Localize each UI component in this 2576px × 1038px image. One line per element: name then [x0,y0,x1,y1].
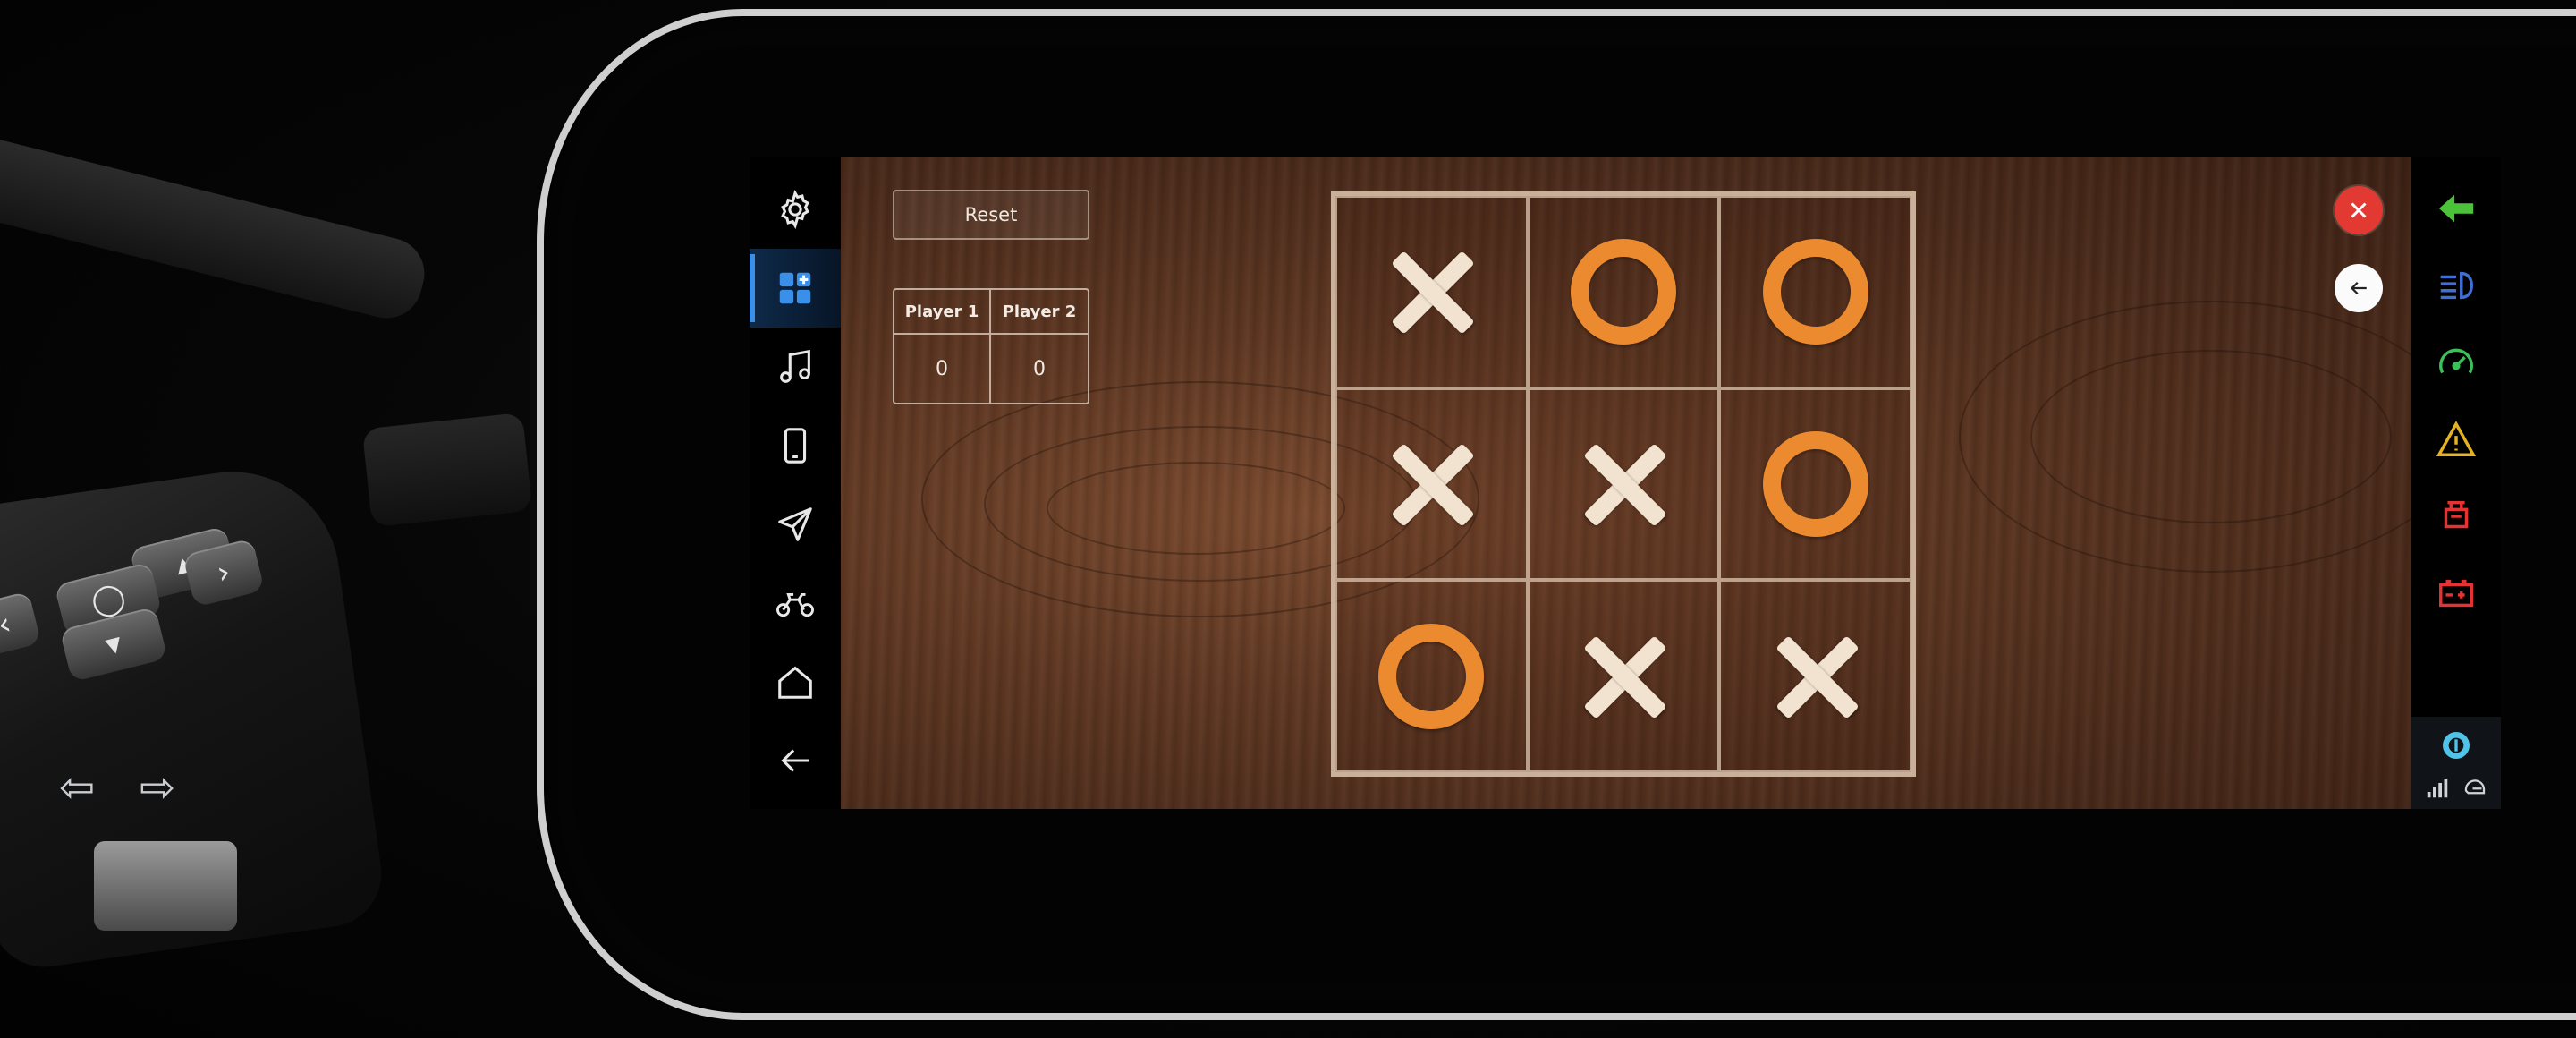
x-mark [1391,251,1471,332]
sidebar-item-vehicle[interactable] [750,564,841,642]
wood-grain [2030,350,2392,523]
apps-grid-icon [779,272,811,304]
status-panel [2411,717,2501,809]
warning-triangle-icon [2436,421,2477,456]
board-cell-9[interactable] [1719,580,1911,772]
indicator-switch [94,841,237,931]
tic-tac-toe-game: Reset Player 1 Player 2 0 0 [841,157,2411,809]
board-cell-7[interactable] [1335,580,1528,772]
sidebar-item-phone[interactable] [750,406,841,485]
speedometer-icon [2439,348,2473,374]
telltale-battery [2411,562,2501,625]
telltale-low-beam [2411,254,2501,317]
sidebar-item-navigation[interactable] [750,485,841,564]
handlebar-controls: ▴ ◯ › ‹ ▾ ⇦ ⇨ [0,0,572,1038]
sidebar-item-apps[interactable] [750,249,841,328]
o-mark [1570,239,1676,345]
telltale-speedometer [2411,331,2501,394]
board-cell-1[interactable] [1335,196,1528,388]
telltale-column [2411,157,2501,809]
voice-assistant-icon[interactable] [2438,727,2474,763]
music-icon [780,349,810,383]
sidebar-item-back[interactable] [750,721,841,800]
board-cell-3[interactable] [1719,196,1911,388]
board-cell-4[interactable] [1335,387,1528,581]
settings-icon [781,189,809,230]
scoreboard: Player 1 Player 2 0 0 [893,288,1089,404]
o-mark [1762,239,1868,345]
sidebar-item-settings[interactable] [750,170,841,249]
player-2-score: 0 [1033,357,1046,380]
wood-grain [1046,462,1345,555]
sidebar-item-home[interactable] [750,642,841,721]
x-mark [1391,444,1471,524]
board-cell-6[interactable] [1719,387,1911,581]
telltale-engine-fault [2411,485,2501,548]
back-arrow-icon [2350,281,2367,295]
player-1-label: Player 1 [894,290,991,335]
telltale-turn-left [2411,177,2501,240]
player-2-label: Player 2 [991,290,1088,335]
board-cell-2[interactable] [1527,196,1720,388]
phone-icon [784,428,807,464]
x-mark [1583,444,1664,524]
player-1-score: 0 [894,335,991,403]
o-mark [1762,430,1868,537]
o-mark [1378,623,1485,729]
back-arrow-icon [781,749,809,772]
back-button[interactable] [2334,264,2383,312]
board-cell-8[interactable] [1527,580,1720,772]
board-cell-5[interactable] [1527,387,1720,581]
right-indicator-arrow-icon: ⇨ [140,762,176,813]
sidebar [750,157,841,809]
home-icon [778,666,812,699]
handlebar-tube [0,131,432,326]
helmet-connect-icon [2464,779,2486,795]
handlebar-switch-housing [361,412,533,528]
sidebar-item-music[interactable] [750,328,841,406]
turn-left-indicator-icon [2438,194,2474,223]
close-icon [2351,202,2367,218]
low-beam-icon [2440,271,2473,300]
x-mark [1583,636,1664,717]
close-game-button[interactable] [2334,186,2383,234]
reset-button[interactable]: Reset [893,190,1089,240]
left-indicator-arrow-icon: ⇦ [59,762,96,813]
battery-icon [2439,579,2473,608]
navigation-icon [778,507,812,541]
x-mark [1775,636,1856,717]
motorcycle-icon [776,592,814,617]
game-board [1331,191,1916,777]
signal-strength-icon [2427,778,2448,798]
telltale-warning [2411,408,2501,471]
dashboard-screen: Reset Player 1 Player 2 0 0 [750,157,2501,809]
engine-fault-icon [2444,500,2469,529]
